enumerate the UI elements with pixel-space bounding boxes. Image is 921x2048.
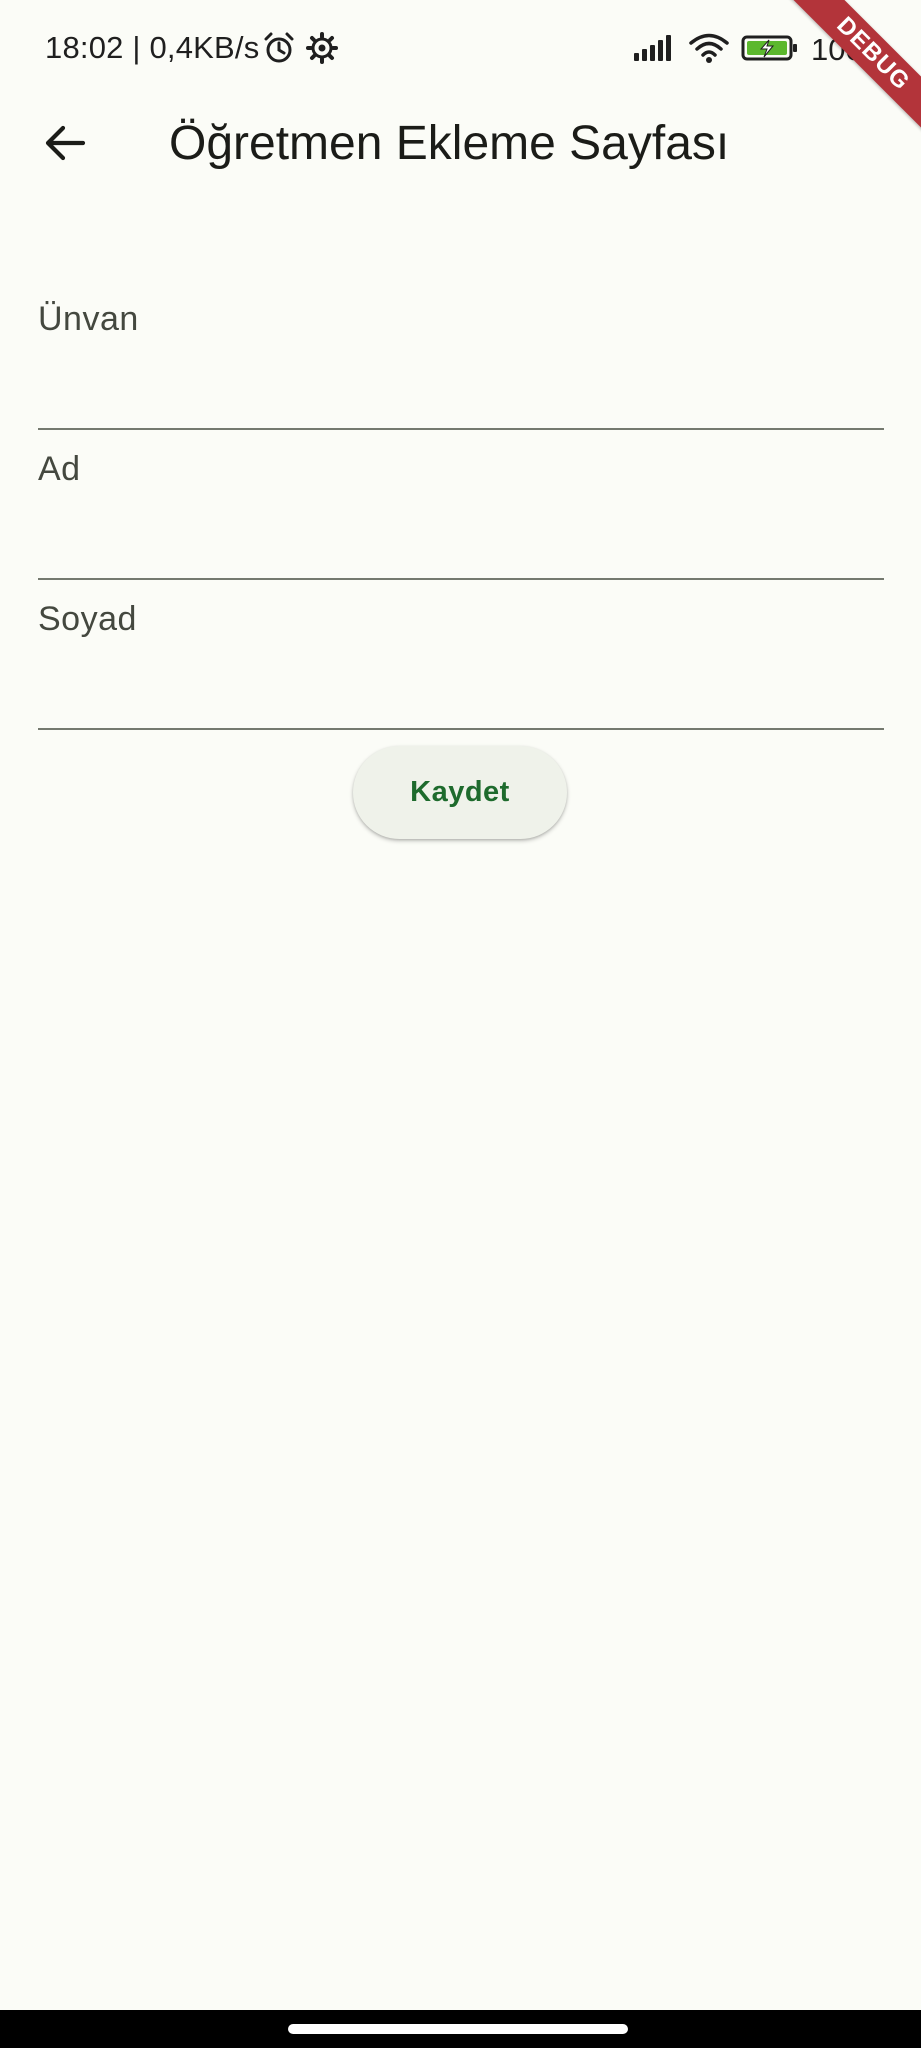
back-button[interactable] <box>22 102 108 188</box>
wifi-icon <box>689 32 729 69</box>
name-field[interactable]: Ad <box>38 430 884 580</box>
name-input[interactable] <box>38 516 884 572</box>
teacher-form: Ünvan Ad Soyad <box>38 280 884 730</box>
battery-charging-icon <box>741 34 799 67</box>
save-button[interactable]: Kaydet <box>353 746 567 839</box>
navigation-bar <box>0 2010 921 2048</box>
title-field-label: Ünvan <box>38 300 139 338</box>
status-time-speed: 18:02 | 0,4KB/s <box>45 30 260 65</box>
status-right-icons: 100 <box>633 30 863 70</box>
app-bar: Öğretmen Ekleme Sayfası <box>0 100 921 188</box>
status-left-icons <box>262 30 338 70</box>
home-indicator[interactable] <box>288 2024 628 2034</box>
title-input[interactable] <box>38 366 884 422</box>
settings-icon <box>306 31 338 69</box>
name-field-label: Ad <box>38 450 81 488</box>
arrow-back-icon <box>43 121 87 170</box>
status-bar: 18:02 | 0,4KB/s 100 <box>0 0 921 100</box>
page-title: Öğretmen Ekleme Sayfası <box>169 117 730 170</box>
surname-field[interactable]: Soyad <box>38 580 884 730</box>
surname-input[interactable] <box>38 666 884 722</box>
title-field[interactable]: Ünvan <box>38 280 884 430</box>
alarm-icon <box>262 31 296 70</box>
signal-icon <box>633 33 677 68</box>
surname-field-label: Soyad <box>38 600 137 638</box>
